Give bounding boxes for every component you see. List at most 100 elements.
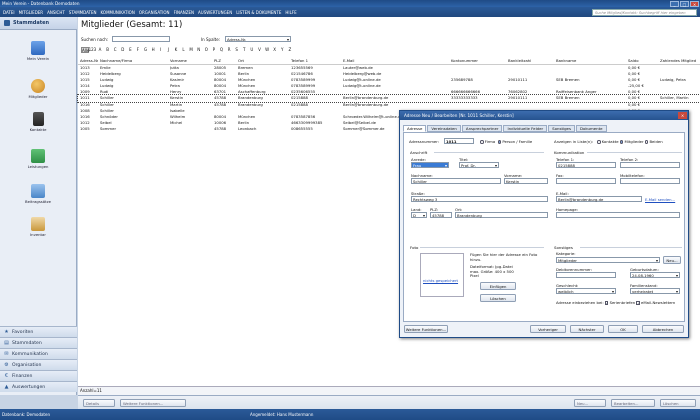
cancel-button[interactable]: Abbrechen <box>642 325 684 333</box>
alpha-filter-w[interactable]: W <box>263 47 271 52</box>
maximize-button[interactable]: □ <box>680 0 689 7</box>
ort-field[interactable]: Brandenburg <box>455 212 548 218</box>
alpha-filter-l[interactable]: L <box>180 47 188 52</box>
alpha-filter-x[interactable]: X <box>271 47 279 52</box>
geburt-field[interactable]: 24.08.1960 <box>630 272 680 279</box>
alpha-filter-g[interactable]: G <box>142 47 150 52</box>
menu-finanzen[interactable]: FINANZEN <box>174 10 194 15</box>
alpha-filter-c[interactable]: C <box>111 47 119 52</box>
menu-mitglieder[interactable]: MITGLIEDER <box>19 10 44 15</box>
geschlecht-select[interactable]: weiblich <box>556 288 616 295</box>
dialog-more-functions-button[interactable]: Weitere Funktionen... <box>404 325 448 333</box>
mobil-field[interactable] <box>620 178 680 184</box>
edit-button[interactable]: Bearbeiten... <box>611 399 655 407</box>
vorname-field[interactable]: Kerstin <box>504 178 548 184</box>
column-header[interactable]: E-Mail <box>343 58 449 64</box>
more-functions-button[interactable]: Weitere Funktionen... <box>120 399 186 407</box>
menu-datei[interactable]: DATEI <box>3 10 15 15</box>
strasse-field[interactable]: Rechtsweg 3 <box>411 196 548 202</box>
alpha-filter-o[interactable]: O <box>203 47 211 52</box>
column-header[interactable]: Bankname <box>556 58 626 64</box>
alpha-filter-m[interactable]: M <box>187 47 195 52</box>
column-header[interactable]: Telefon 1 <box>291 58 341 64</box>
previous-button[interactable]: Vorheriger <box>530 325 566 333</box>
column-select[interactable]: Adress-Nr. <box>225 36 291 43</box>
alpha-filter-b[interactable]: B <box>104 47 112 52</box>
newsletter-checkbox[interactable]: ✓ <box>636 301 640 305</box>
alpha-filter-r[interactable]: R <box>225 47 233 52</box>
nav-section-organisation[interactable]: ⚙ Organisation <box>0 359 77 370</box>
column-header[interactable]: PLZ <box>214 58 236 64</box>
radio-firma[interactable] <box>480 140 484 144</box>
alpha-filter-alle[interactable]: Alle <box>81 46 89 53</box>
alpha-filter-y[interactable]: Y <box>278 47 286 52</box>
fax-field[interactable] <box>556 178 616 184</box>
ok-button[interactable]: OK <box>608 325 638 333</box>
alpha-filter-q[interactable]: Q <box>218 47 226 52</box>
column-header[interactable]: Kontonummer <box>451 58 506 64</box>
tel2-field[interactable] <box>620 162 680 168</box>
minimize-button[interactable]: _ <box>670 0 679 7</box>
nav-section-stammdaten[interactable]: ▤ Stammdaten <box>0 337 77 348</box>
menu-organisation[interactable]: ORGANISATION <box>139 10 170 15</box>
close-button[interactable]: × <box>690 0 699 7</box>
column-header[interactable]: Zahlendes Mitglied <box>660 58 698 64</box>
photo-box[interactable]: nichts gespeichert <box>420 253 464 297</box>
radio-beiden[interactable] <box>644 140 649 144</box>
nav-item-leistungen[interactable]: Leistungen <box>0 149 76 169</box>
alpha-filter-d[interactable]: D <box>119 47 127 52</box>
tab-vereinsdaten[interactable]: Vereinsdaten <box>427 125 461 132</box>
alpha-filter-u[interactable]: U <box>248 47 256 52</box>
column-header[interactable]: Nachname/Firma <box>100 58 168 64</box>
menu-kommunikation[interactable]: KOMMUNIKATION <box>101 10 135 15</box>
radio-mitglieder[interactable] <box>619 140 624 144</box>
details-button[interactable]: Details <box>83 399 115 407</box>
nav-item-mitglieder[interactable]: Mitglieder <box>0 79 76 99</box>
alpha-filter-t[interactable]: T <box>240 47 248 52</box>
alpha-filter-h[interactable]: H <box>149 47 157 52</box>
menu-listen-dokumente[interactable]: LISTEN & DOKUMENTE <box>236 10 281 15</box>
search-input[interactable]: Suche Mitglied/Kontakt: Suchbegriff hier… <box>592 8 697 16</box>
alpha-filter-z[interactable]: Z <box>286 47 294 52</box>
email-send-link[interactable]: E-Mail senden... <box>645 197 675 202</box>
nav-item-beitragssaetze[interactable]: Beitragssätze <box>0 184 76 204</box>
nachname-field[interactable]: Schiller <box>411 178 501 184</box>
alpha-filter-j[interactable]: J <box>165 47 173 52</box>
next-button[interactable]: Nächster <box>570 325 604 333</box>
menu-ansicht[interactable]: ANSICHT <box>47 10 65 15</box>
radio-kontakte[interactable] <box>597 140 601 144</box>
nav-section-favoriten[interactable]: ★ Favoriten <box>0 326 77 337</box>
nav-item-kontakte[interactable]: Kontakte <box>0 112 76 132</box>
alpha-filter-p[interactable]: P <box>210 47 218 52</box>
tab-dokumente[interactable]: Dokumente <box>575 125 607 132</box>
debitor-field[interactable] <box>556 272 616 278</box>
address-no-field[interactable]: 1011 <box>444 138 474 144</box>
email-field[interactable]: Berlin@brandenburg.de <box>556 196 642 202</box>
kategorie-select[interactable]: Mitglieder <box>556 257 660 264</box>
homepage-field[interactable] <box>556 212 680 218</box>
column-header[interactable]: Saldo <box>628 58 658 64</box>
dialog-close-button[interactable]: × <box>678 112 687 119</box>
column-header[interactable]: Ort <box>238 58 289 64</box>
tab-sonstiges[interactable]: Sonstiges <box>548 125 575 132</box>
photo-delete-button[interactable]: Löschen <box>480 294 516 302</box>
nav-section-auswertungen[interactable]: ▲ Auswertungen <box>0 381 77 392</box>
menu-auswertungen[interactable]: AUSWERTUNGEN <box>198 10 232 15</box>
alpha-filter-v[interactable]: V <box>256 47 264 52</box>
anrede-select[interactable]: Frau <box>411 162 449 169</box>
radio-person[interactable] <box>497 140 502 144</box>
kategorie-new-button[interactable]: Neu... <box>663 256 681 264</box>
nav-item-mein-verein[interactable]: Mein Verein <box>0 41 76 61</box>
alpha-filter-i[interactable]: I <box>157 47 165 52</box>
tab-adresse[interactable]: Adresse <box>403 125 427 132</box>
titel-select[interactable]: Prof. Dr. <box>459 162 499 169</box>
nav-section-kommunikation[interactable]: ✉ Kommunikation <box>0 348 77 359</box>
new-button[interactable]: Neu... <box>574 399 606 407</box>
alpha-filter-e[interactable]: E <box>127 47 135 52</box>
column-header[interactable]: Adress-Nr. <box>80 58 98 64</box>
menu-hilfe[interactable]: HILFE <box>285 10 296 15</box>
menu-stammdaten[interactable]: STAMMDATEN <box>69 10 97 15</box>
nav-item-inventar[interactable]: Inventar <box>0 217 76 237</box>
alpha-filter-s[interactable]: S <box>233 47 241 52</box>
alpha-filter-k[interactable]: K <box>172 47 180 52</box>
